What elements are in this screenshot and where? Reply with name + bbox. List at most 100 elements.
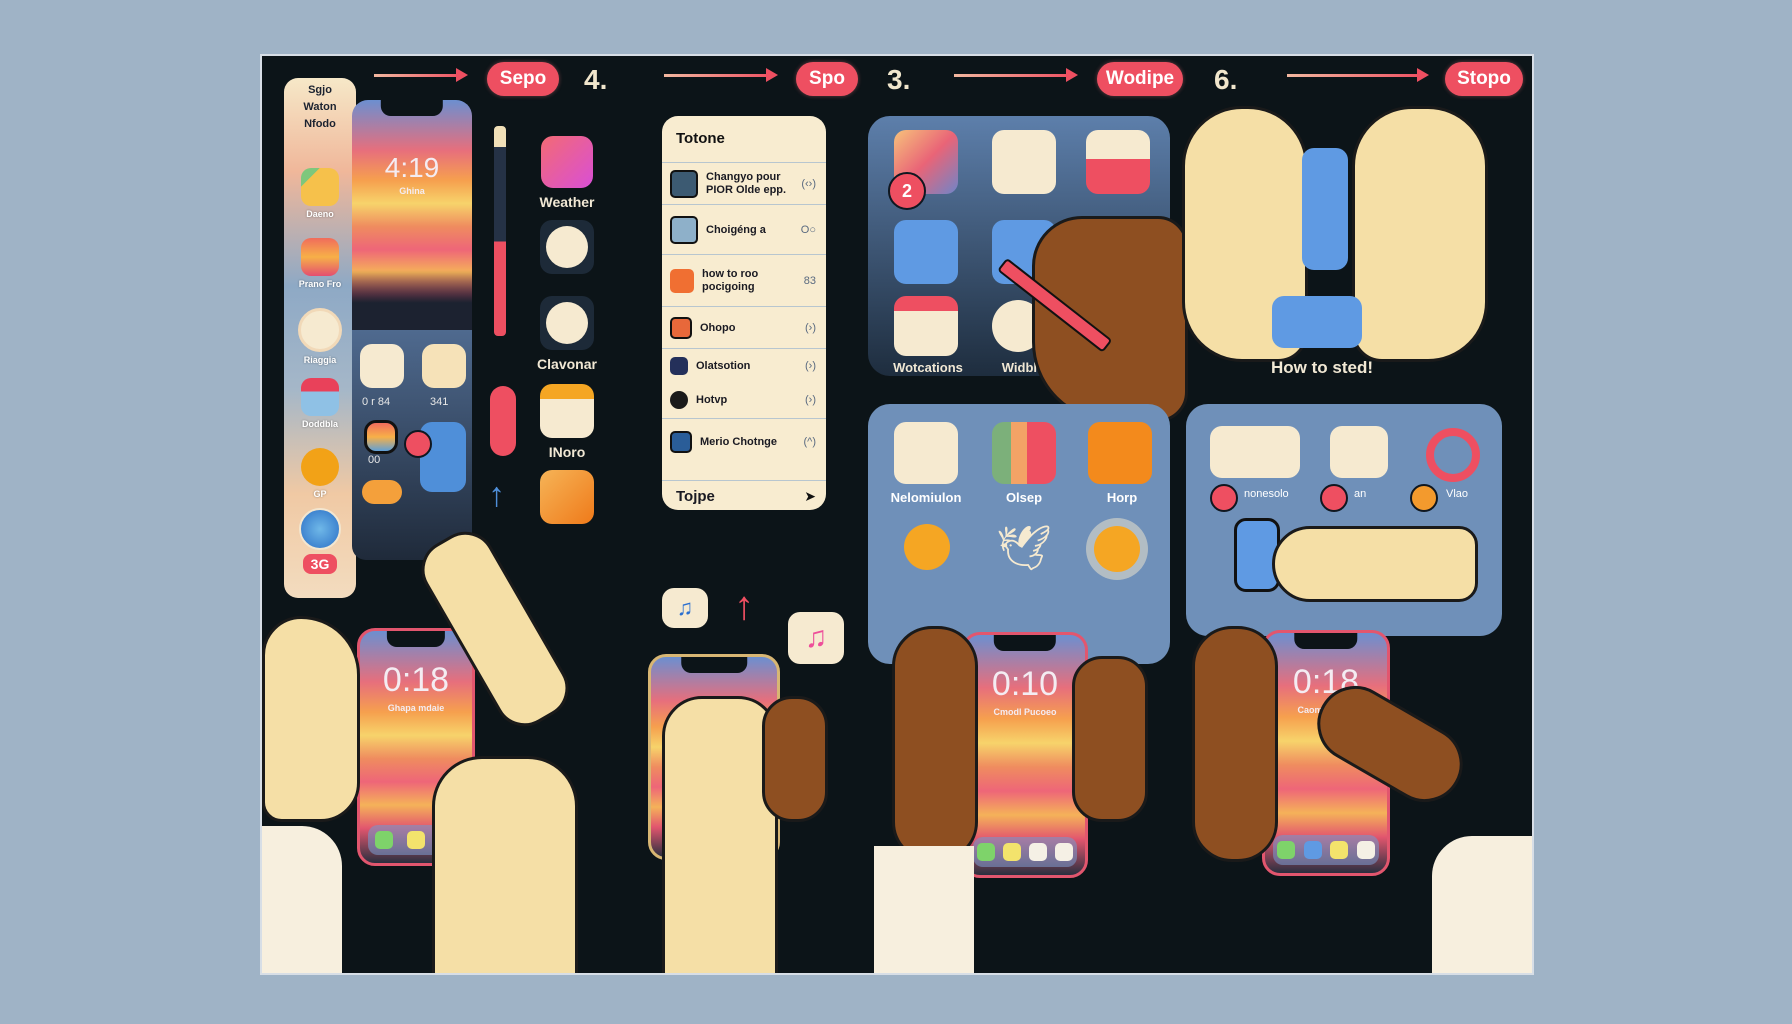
sleeve-cuff (1432, 836, 1532, 973)
phone-step-3[interactable]: 0:10 Cmodl Pucoeo (962, 632, 1088, 878)
hand-with-pencil-illustration (1032, 216, 1188, 422)
app-label: Horp (1106, 490, 1138, 505)
chevron-icon: (›) (805, 360, 816, 372)
lock-screen-preview[interactable]: 4:19 Ghina (352, 100, 472, 330)
safari-app-icon (299, 508, 341, 550)
settings-row-icon (670, 269, 694, 293)
weather-app-label: Weather (539, 194, 595, 210)
app-label: Wotcations (893, 360, 963, 375)
home-label: 00 (368, 454, 381, 466)
clock-app-icon (298, 308, 342, 352)
phone-notch (380, 100, 444, 116)
settings-row[interactable]: Merio Chotnge (^) (662, 418, 826, 465)
notes-app-icon[interactable] (894, 422, 958, 484)
hand-illustration (1072, 656, 1148, 822)
chevron-icon: (›) (805, 322, 816, 334)
settings-row[interactable]: Olatsotion (›) (662, 348, 826, 383)
settings-row-icon (670, 170, 698, 198)
sidebar-item-safari[interactable] (284, 508, 356, 550)
settings-row[interactable]: Choigéng a O○ (662, 204, 826, 255)
notification-badge (1410, 484, 1438, 512)
step-pill-3[interactable]: Wodipe (1097, 62, 1183, 96)
phone-notch (1294, 633, 1358, 649)
settings-header: Totone (676, 130, 725, 147)
wallet-app-icon[interactable] (364, 420, 398, 454)
settings-row[interactable]: Hotvp (›) (662, 382, 826, 418)
notification-badge (1210, 484, 1238, 512)
notification-badge (404, 430, 432, 458)
music-app-icon[interactable] (360, 344, 404, 388)
app-column: Weather Clavonar INoro (532, 136, 602, 524)
music-note-icon[interactable]: ♫ (662, 588, 708, 628)
step-pill-4[interactable]: Stopo (1445, 62, 1523, 96)
phone-time: 0:18 (382, 661, 450, 699)
sidebar-item-emoji[interactable]: GP (284, 448, 356, 499)
widget-label: an (1354, 488, 1367, 500)
phone-time: 0:10 (991, 665, 1059, 703)
app-label: Nelomiulon (890, 490, 962, 505)
app-card-icon (1302, 148, 1348, 270)
network-badge-icon: 3G (302, 554, 338, 574)
mail-app-icon[interactable] (894, 220, 958, 284)
lock-time: 4:19 (384, 152, 440, 183)
sidebar-item-wallet[interactable]: Prano Fro (284, 238, 356, 289)
calendar-app-icon[interactable] (992, 130, 1056, 194)
clock-app-icon[interactable] (540, 296, 594, 350)
phone-date: Ghapa mdaie (387, 703, 445, 713)
settings-row[interactable]: Changyo pour PIOR Olde epp. (‹›) (662, 162, 826, 205)
chevron-right-icon: ➤ (804, 487, 816, 504)
phone-dock (973, 837, 1077, 867)
trees-silhouette (352, 270, 472, 330)
settings-footer[interactable]: Tojpe ➤ (662, 480, 826, 511)
settings-row-icon (670, 357, 688, 375)
hand-illustration (262, 616, 360, 822)
step-number-3: 3. (887, 64, 911, 95)
sidebar-item-clock[interactable]: Riaggia (284, 308, 356, 365)
calendar-app-icon (301, 378, 339, 416)
step-arrow (954, 68, 1078, 82)
notes-app-icon[interactable] (422, 344, 466, 388)
orange-app-icon[interactable] (362, 480, 402, 504)
list-widget-icon[interactable] (1330, 426, 1388, 478)
hand-illustration (432, 756, 578, 973)
settings-row[interactable]: Ohopo (›) (662, 306, 826, 349)
step-number-6: 6. (1214, 64, 1238, 95)
emoji-app-icon (301, 448, 339, 486)
step-pill-2[interactable]: Spo (796, 62, 858, 96)
hand-illustration (892, 626, 978, 862)
hand-illustration (1272, 526, 1478, 602)
phone-date: Cmodl Pucoeo (993, 707, 1057, 717)
notes-app-icon[interactable] (540, 384, 594, 438)
lock-date: Ghina (399, 186, 425, 196)
notification-badge (1320, 484, 1348, 512)
step-arrow (374, 68, 468, 82)
chevron-icon: (‹›) (801, 178, 816, 190)
chevron-icon: O○ (800, 224, 816, 236)
music-message-icon[interactable]: ♫ (788, 612, 844, 664)
phone-notch (386, 631, 446, 647)
maps-app-icon[interactable] (992, 422, 1056, 484)
sidebar-item-calendar[interactable]: Doddbla (284, 378, 356, 429)
instruction-caption: How to sted! (1271, 358, 1373, 377)
finger-illustration (662, 696, 778, 973)
up-arrow-icon: ↑ (734, 584, 754, 628)
chevron-icon: 83 (803, 275, 816, 287)
sidebar-item-notes[interactable]: Daeno (284, 168, 356, 219)
sun-icon (904, 524, 950, 570)
pages-app-icon[interactable] (540, 470, 594, 524)
settings-row[interactable]: how to roo pocigoing 83 (662, 254, 826, 307)
phone-dock (1273, 835, 1379, 865)
hand-illustration (1192, 626, 1278, 862)
square-widget-icon[interactable] (1210, 426, 1300, 478)
cloud-app-icon (1272, 296, 1362, 348)
step-pill-1[interactable]: Sepo (487, 62, 559, 96)
notes-app-icon[interactable] (894, 296, 958, 356)
home-label: 0 r 84 (362, 396, 391, 408)
heart-app-icon[interactable] (1088, 422, 1152, 484)
weather-app-icon[interactable] (541, 136, 593, 188)
pencil-icon (494, 126, 506, 336)
clock-app-icon[interactable] (540, 220, 594, 274)
home-screen-panel-bottom: Nelomiulon Olsep Horp 🕊 (868, 404, 1170, 664)
camera-app-icon[interactable] (1086, 130, 1150, 194)
sleeve-cuff (262, 826, 342, 973)
